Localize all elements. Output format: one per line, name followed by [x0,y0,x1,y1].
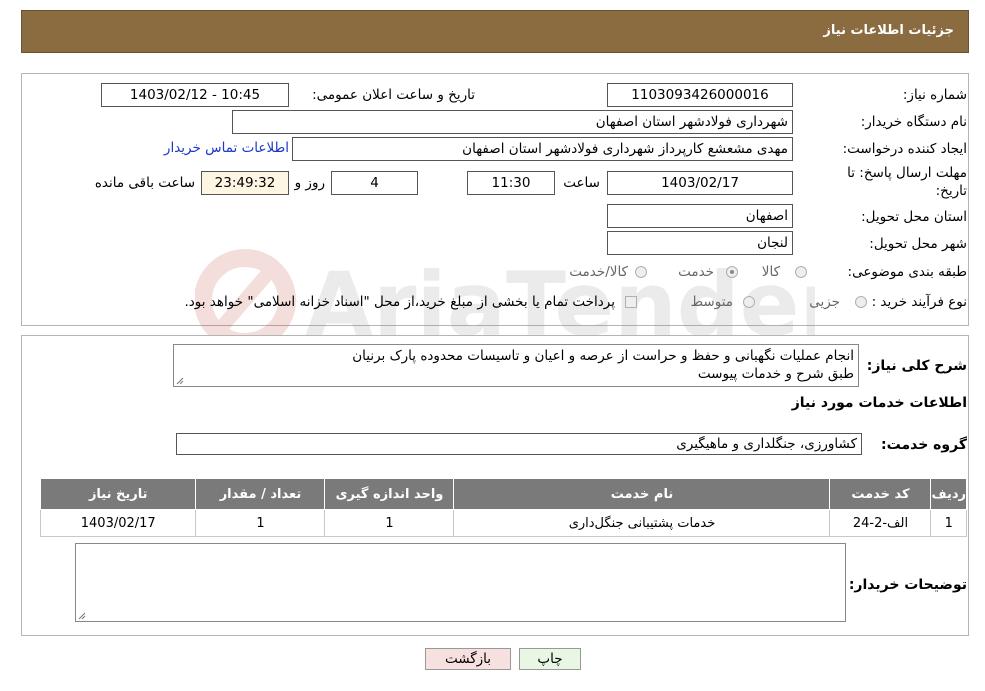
city-label: شهر محل تحویل: [869,236,967,252]
province-field: اصفهان [607,204,793,228]
buyer-org-field: شهرداری فولادشهر استان اصفهان [232,110,793,134]
col-need-date: تاریخ نیاز [39,478,197,510]
category-goods-service-label: کالا/خدمت [569,264,628,280]
buyer-notes-textarea[interactable] [75,543,846,622]
col-quantity: تعداد / مقدار [195,478,326,510]
creator-field: مهدی مشعشع کارپرداز شهرداری فولادشهر است… [292,137,793,161]
process-type-label: نوع فرآیند خرید : [871,294,967,310]
category-goods-radio[interactable] [795,266,807,278]
page-title: جزئیات اطلاعات نیاز [823,23,954,38]
table-header-row: ردیف کد خدمت نام خدمت واحد اندازه گیری ت… [39,478,967,510]
process-minor-radio[interactable] [855,296,867,308]
summary-textarea[interactable]: انجام عملیات نگهبانی و حفظ و حراست از عر… [173,344,859,387]
cell-row-number: 1 [930,509,967,537]
table-row: 1 الف-2-24 خدمات پشتیبانی جنگل‌داری 1 1 … [39,509,967,537]
city-field: لنجان [607,231,793,255]
announce-datetime-label: تاریخ و ساعت اعلان عمومی: [312,87,475,103]
print-button[interactable]: چاپ [519,648,581,670]
col-row-number: ردیف [930,478,967,510]
resize-grip-icon[interactable] [176,377,184,385]
remaining-time-field: 23:49:32 [201,171,289,195]
process-medium-radio[interactable] [743,296,755,308]
creator-label: ایجاد کننده درخواست: [842,141,967,157]
days-remaining-field: 4 [331,171,418,195]
summary-text-line1: انجام عملیات نگهبانی و حفظ و حراست از عر… [352,348,854,364]
back-button[interactable]: بازگشت [425,648,511,670]
category-service-label: خدمت [678,264,714,280]
process-minor-label: جزیی [809,294,840,310]
col-unit: واحد اندازه گیری [324,478,455,510]
page-header: جزئیات اطلاعات نیاز [21,10,969,53]
category-goods-label: کالا [761,264,780,280]
buyer-notes-label: توضیحات خریدار: [848,577,967,593]
remaining-time-label: ساعت باقی مانده [94,175,195,191]
summary-text-line2: طبق شرح و خدمات پیوست [697,366,854,382]
treasury-payment-note: پرداخت تمام یا بخشی از مبلغ خرید،از محل … [184,294,615,310]
buyer-org-label: نام دستگاه خریدار: [860,114,967,130]
process-medium-label: متوسط [690,294,733,310]
announce-datetime-field: 1403/02/12 - 10:45 [101,83,289,107]
service-group-label: گروه خدمت: [881,437,967,453]
buyer-contact-link[interactable]: اطلاعات تماس خریدار [164,140,289,156]
category-service-radio[interactable] [726,266,738,278]
need-number-label: شماره نیاز: [902,87,967,103]
col-service-code: کد خدمت [829,478,932,510]
services-section-title: اطلاعات خدمات مورد نیاز [791,395,967,411]
deadline-time-label: ساعت [563,175,600,191]
services-table: ردیف کد خدمت نام خدمت واحد اندازه گیری ت… [39,478,967,537]
treasury-payment-checkbox[interactable] [625,296,637,308]
deadline-label-line2: تاریخ: [935,183,967,199]
service-group-field: کشاورزی، جنگلداری و ماهیگیری [176,433,862,455]
cell-unit: 1 [324,509,455,537]
category-label: طبقه بندی موضوعی: [847,264,967,280]
cell-service-name: خدمات پشتیبانی جنگل‌داری [453,509,831,537]
cell-quantity: 1 [195,509,326,537]
days-label: روز و [294,175,325,191]
cell-service-code: الف-2-24 [829,509,932,537]
cell-need-date: 1403/02/17 [39,509,197,537]
deadline-label-line1: مهلت ارسال پاسخ: تا [847,165,967,181]
resize-grip-icon[interactable] [78,612,86,620]
province-label: استان محل تحویل: [861,209,967,225]
deadline-time-field: 11:30 [467,171,555,195]
category-goods-service-radio[interactable] [635,266,647,278]
summary-label: شرح کلی نیاز: [866,358,967,374]
need-number-field: 1103093426000016 [607,83,793,107]
deadline-date-field: 1403/02/17 [607,171,793,195]
col-service-name: نام خدمت [453,478,831,510]
